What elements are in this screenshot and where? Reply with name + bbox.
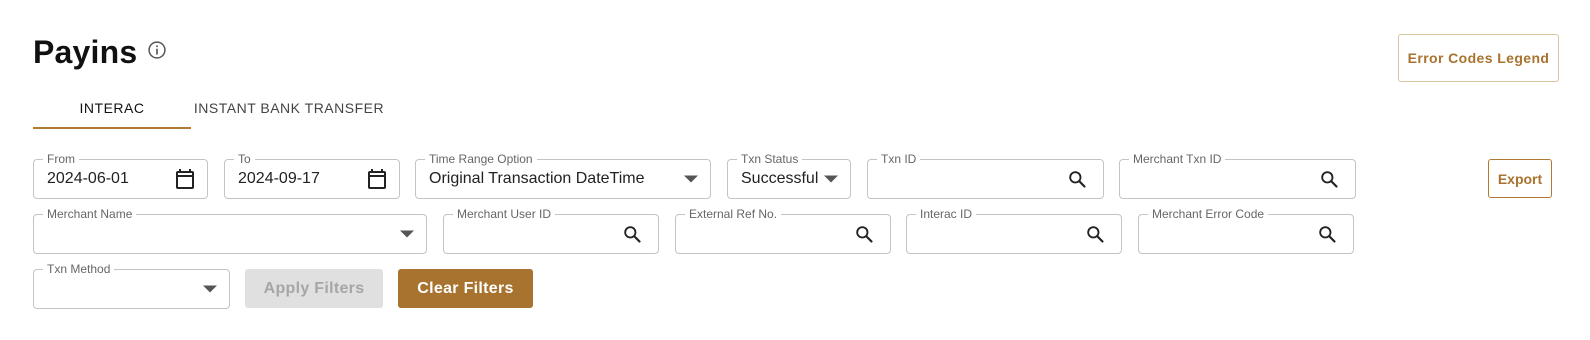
calendar-icon[interactable] bbox=[365, 167, 389, 191]
from-date-value: 2024-06-01 bbox=[47, 170, 129, 187]
tab-interac[interactable]: INTERAC bbox=[33, 88, 191, 128]
calendar-icon[interactable] bbox=[173, 167, 197, 191]
search-icon[interactable] bbox=[1085, 224, 1105, 244]
chevron-down-icon bbox=[203, 285, 217, 293]
export-button[interactable]: Export bbox=[1488, 159, 1552, 198]
merchant-error-code-label: Merchant Error Code bbox=[1148, 207, 1269, 221]
merchant-user-id-input[interactable]: Merchant User ID bbox=[443, 207, 659, 254]
interac-id-label: Interac ID bbox=[916, 207, 977, 221]
clear-filters-button[interactable]: Clear Filters bbox=[398, 269, 533, 308]
search-icon[interactable] bbox=[622, 224, 642, 244]
title-row: Payins bbox=[33, 34, 167, 71]
from-date-field[interactable]: From 2024-06-01 bbox=[33, 152, 208, 199]
to-date-value: 2024-09-17 bbox=[238, 170, 320, 187]
external-ref-no-label: External Ref No. bbox=[685, 207, 782, 221]
external-ref-no-input[interactable]: External Ref No. bbox=[675, 207, 891, 254]
chevron-down-icon bbox=[684, 175, 698, 183]
txn-id-input[interactable]: Txn ID bbox=[867, 152, 1104, 199]
search-icon[interactable] bbox=[1317, 224, 1337, 244]
merchant-error-code-input[interactable]: Merchant Error Code bbox=[1138, 207, 1354, 254]
merchant-txn-id-label: Merchant Txn ID bbox=[1129, 152, 1226, 166]
apply-filters-button[interactable]: Apply Filters bbox=[245, 269, 383, 308]
txn-status-value: Successful bbox=[741, 170, 819, 187]
error-codes-legend-button[interactable]: Error Codes Legend bbox=[1398, 34, 1559, 82]
chevron-down-icon bbox=[400, 230, 414, 238]
merchant-user-id-label: Merchant User ID bbox=[453, 207, 556, 221]
txn-method-select[interactable]: Txn Method bbox=[33, 262, 230, 309]
interac-id-input[interactable]: Interac ID bbox=[906, 207, 1122, 254]
merchant-name-label: Merchant Name bbox=[43, 207, 137, 221]
chevron-down-icon bbox=[824, 175, 838, 183]
tab-instant-bank-transfer[interactable]: INSTANT BANK TRANSFER bbox=[191, 88, 387, 128]
merchant-txn-id-input[interactable]: Merchant Txn ID bbox=[1119, 152, 1356, 199]
time-range-option-select[interactable]: Time Range Option Original Transaction D… bbox=[415, 152, 711, 199]
txn-id-label: Txn ID bbox=[877, 152, 921, 166]
tabs: INTERAC INSTANT BANK TRANSFER bbox=[33, 88, 393, 130]
txn-method-label: Txn Method bbox=[43, 262, 115, 276]
search-icon[interactable] bbox=[1067, 169, 1087, 189]
active-tab-indicator bbox=[33, 127, 191, 129]
search-icon[interactable] bbox=[1319, 169, 1339, 189]
info-icon[interactable] bbox=[147, 40, 167, 60]
time-range-option-value: Original Transaction DateTime bbox=[429, 170, 645, 187]
page-title: Payins bbox=[33, 34, 138, 70]
to-date-field[interactable]: To 2024-09-17 bbox=[224, 152, 400, 199]
search-icon[interactable] bbox=[854, 224, 874, 244]
txn-status-select[interactable]: Txn Status Successful bbox=[727, 152, 851, 199]
merchant-name-select[interactable]: Merchant Name bbox=[33, 207, 427, 254]
